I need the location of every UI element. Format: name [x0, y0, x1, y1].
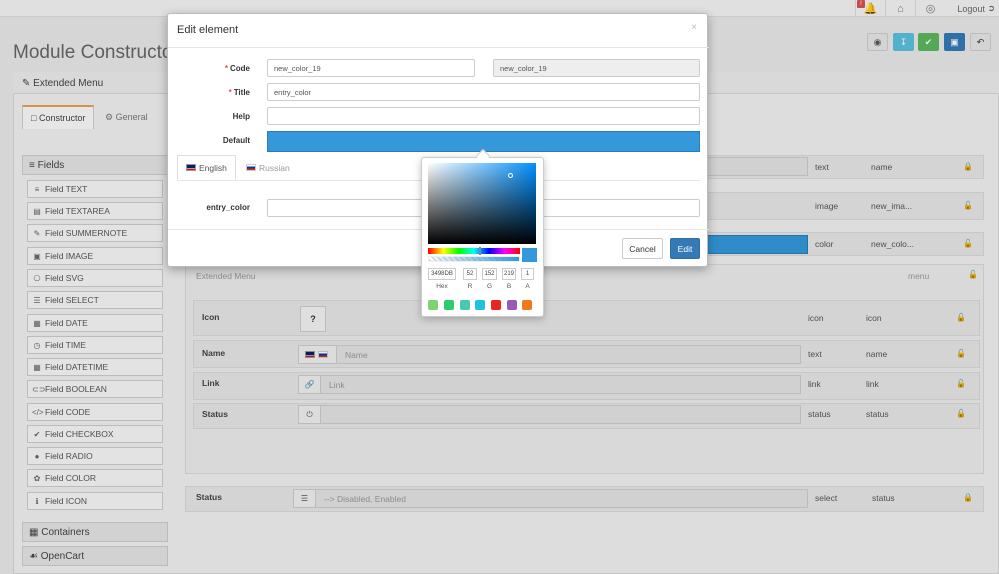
saturation-area[interactable] [428, 163, 536, 244]
close-icon[interactable]: × [691, 22, 697, 33]
modal-title: Edit element [177, 24, 239, 36]
alpha-label: A [525, 283, 530, 290]
swatch-purple[interactable] [507, 300, 517, 310]
swatch-cyan[interactable] [475, 300, 485, 310]
green-input[interactable]: 152 [482, 268, 497, 280]
code-readonly-field: new_color_19 [493, 59, 700, 77]
title-label-text: Title [233, 88, 250, 97]
title-input[interactable]: entry_color [267, 83, 700, 101]
hex-input[interactable]: 3498DB [428, 268, 456, 280]
color-preview-swatch [522, 248, 537, 262]
tab-english[interactable]: English [177, 155, 236, 180]
english-flag-icon [186, 164, 196, 171]
cancel-button[interactable]: Cancel [622, 238, 663, 259]
blue-label: B [506, 283, 512, 290]
help-input[interactable] [267, 107, 700, 125]
saturation-handle[interactable] [508, 173, 513, 178]
swatch-light-green[interactable] [428, 300, 438, 310]
tab-russian[interactable]: Russian [238, 155, 298, 180]
edit-button[interactable]: Edit [670, 238, 700, 259]
required-marker: * [228, 88, 232, 97]
tab-label: English [199, 162, 227, 173]
red-label: R [467, 283, 473, 290]
required-marker: * [224, 64, 228, 73]
alpha-slider[interactable] [428, 256, 520, 262]
entry-color-label: entry_color [206, 203, 250, 212]
default-label: Default [222, 136, 250, 145]
hue-slider[interactable] [428, 248, 520, 254]
code-label-text: Code [230, 64, 250, 73]
russian-flag-icon [246, 164, 256, 171]
swatch-green[interactable] [444, 300, 454, 310]
red-input[interactable]: 52 [463, 268, 477, 280]
hex-label: Hex [436, 283, 448, 290]
hue-handle[interactable] [479, 247, 481, 255]
code-label: * Code [170, 64, 250, 73]
code-input[interactable]: new_color_19 [267, 59, 475, 77]
blue-input[interactable]: 219 [502, 268, 516, 280]
green-label: G [486, 283, 493, 290]
swatch-orange[interactable] [522, 300, 532, 310]
modal-divider [168, 47, 709, 48]
title-label: * Title [170, 88, 250, 97]
tab-label: Russian [259, 162, 290, 173]
swatch-teal[interactable] [460, 300, 470, 310]
swatch-red[interactable] [491, 300, 501, 310]
help-label: Help [232, 112, 250, 121]
alpha-input[interactable]: 1 [521, 268, 534, 280]
